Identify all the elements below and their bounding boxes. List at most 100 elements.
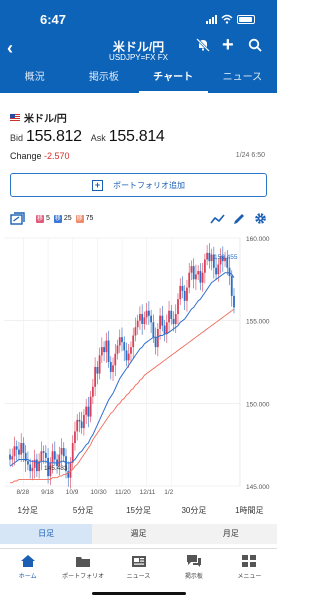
period-1hour[interactable]: 1時間足 (222, 502, 277, 520)
candle-body (20, 443, 23, 455)
price-chart[interactable]: 160.000 155.000 150.000 145.000 8/28 9/18 10/9… (0, 230, 277, 500)
candle-body (85, 406, 88, 415)
candle-body (94, 366, 97, 387)
candle-body (125, 350, 128, 361)
candle-body (228, 267, 231, 277)
candle-body (217, 264, 220, 275)
candle-body (76, 419, 79, 432)
period-15min[interactable]: 15分足 (111, 502, 166, 520)
candle-body (139, 314, 141, 321)
candle-body (174, 314, 177, 324)
pencil-icon[interactable] (232, 212, 245, 229)
candle-body (29, 464, 32, 472)
ask-value: 155.814 (108, 128, 165, 145)
nav-home[interactable]: ホーム (0, 549, 55, 600)
bell-off-icon[interactable] (196, 38, 210, 57)
ma5-period: 5 (45, 215, 50, 222)
candle-body (116, 345, 119, 354)
x-tick-label: 10/30 (90, 489, 107, 496)
change-value: -2.570 (44, 151, 70, 161)
candle-body (181, 285, 184, 291)
header-tabs: 概況 掲示板 チャート ニュース (0, 69, 277, 93)
candle-body (145, 310, 148, 318)
candle-body (15, 446, 18, 450)
candle-body (179, 285, 182, 300)
ma-legend[interactable]: 移 5 移 25 移 75 (36, 215, 93, 223)
status-icons (206, 14, 255, 24)
candle-body (112, 365, 114, 372)
tab-chart[interactable]: チャート (138, 69, 208, 93)
nav-portfolio-label: ポートフォリオ (62, 574, 105, 580)
tab-overview[interactable]: 概況 (0, 69, 69, 93)
gear-icon[interactable] (254, 212, 267, 228)
candle-body (230, 276, 233, 296)
bid-value: 155.812 (26, 128, 82, 145)
range-monthly[interactable]: 月足 (185, 524, 277, 544)
candle-body (22, 443, 25, 453)
candle-body (87, 406, 90, 417)
chart-svg[interactable]: 160.000 155.000 150.000 145.000 8/28 9/18 10/9… (0, 230, 277, 500)
ma25-period: 25 (63, 215, 72, 222)
nav-news-label: ニュース (126, 574, 151, 580)
ma75-swatch: 移 (75, 215, 84, 223)
candle-body (233, 295, 235, 308)
candle-body (62, 447, 65, 457)
candle-body (103, 347, 105, 353)
x-tick-label: 11/20 (115, 489, 131, 496)
candle-body (141, 314, 144, 324)
nav-board-label: 掲示板 (184, 574, 203, 580)
candle-body (197, 271, 200, 275)
add-plus-icon[interactable]: + (222, 34, 234, 57)
candle-body (203, 259, 206, 273)
pair-name: 米ドル/円 (24, 114, 67, 125)
menu-icon (242, 555, 257, 567)
period-5min[interactable]: 5分足 (55, 502, 110, 520)
candle-body (83, 414, 85, 429)
trend-line-icon[interactable] (210, 212, 225, 229)
ma25-legend: 移 25 (53, 215, 72, 223)
change-label: Change (10, 151, 42, 161)
y-tick-label: 155.000 (246, 319, 270, 326)
add-portfolio-label: ポートフォリオ追加 (113, 180, 185, 190)
home-indicator (92, 592, 186, 595)
period-1min[interactable]: 1分足 (0, 502, 55, 520)
candle-body (143, 317, 146, 324)
nav-home-label: ホーム (18, 574, 37, 580)
candle-body (100, 347, 103, 356)
candle-body (80, 421, 83, 429)
range-weekly[interactable]: 週足 (92, 524, 184, 544)
candle-body (192, 266, 195, 280)
candle-body (130, 347, 132, 354)
candle-body (107, 340, 110, 362)
currency-pair: 米ドル/円 (10, 110, 67, 125)
chart-toolbar: 移 5 移 25 移 75 (0, 212, 277, 230)
candle-body (170, 310, 173, 320)
candle-body (18, 449, 20, 455)
candle-body (127, 353, 130, 361)
quote-row: Bid 155.812 Ask 155.814 (10, 128, 165, 146)
x-tick-label: 10/9 (66, 489, 79, 496)
candle-body (199, 271, 202, 283)
candle-body (51, 451, 54, 463)
candle-body (154, 337, 157, 348)
candle-body (165, 322, 168, 334)
tab-news[interactable]: ニュース (208, 69, 277, 93)
candle-body (27, 461, 29, 465)
nav-menu[interactable]: メニュー (222, 549, 277, 600)
ask-label: Ask (90, 133, 106, 143)
tab-board[interactable]: 掲示板 (69, 69, 138, 93)
candle-body (152, 322, 155, 338)
nav-menu-label: メニュー (237, 574, 262, 580)
y-tick-label: 145.000 (246, 484, 270, 491)
status-bar: 6:47 (0, 12, 277, 28)
range-daily[interactable]: 日足 (0, 524, 93, 544)
us-flag-icon (10, 114, 20, 121)
candle-body (208, 252, 211, 262)
candle-body (215, 267, 217, 275)
wifi-icon (221, 14, 233, 24)
period-30min[interactable]: 30分足 (166, 502, 221, 520)
ma5-swatch: 移 (36, 215, 44, 223)
search-icon[interactable] (248, 38, 262, 57)
add-portfolio-button[interactable]: + ポートフォリオ追加 (10, 173, 267, 197)
chart-type-icon[interactable] (10, 212, 26, 229)
